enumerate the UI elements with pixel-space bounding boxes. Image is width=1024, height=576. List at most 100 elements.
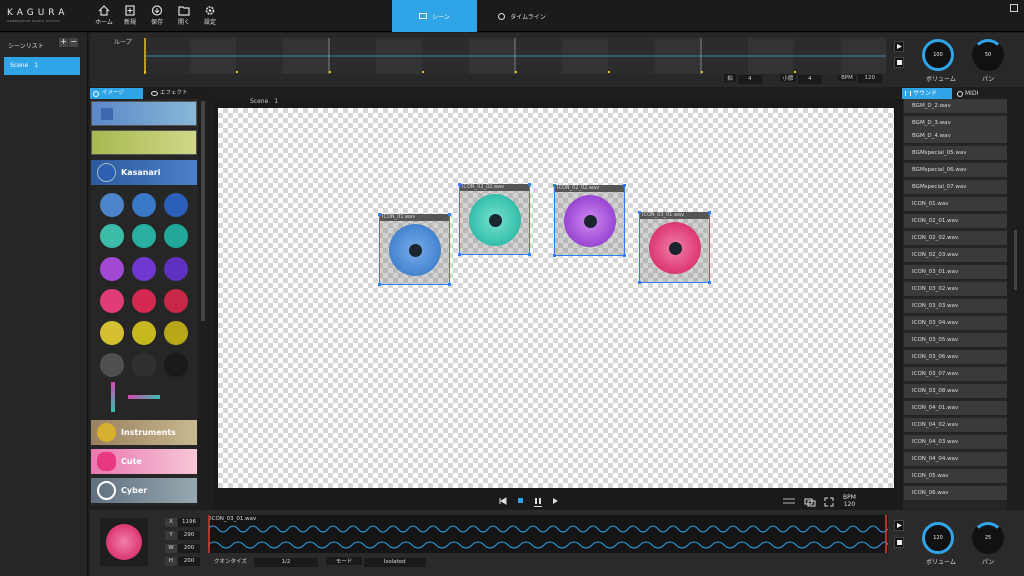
resize-handle[interactable] bbox=[638, 211, 641, 214]
palette-circle[interactable] bbox=[100, 289, 124, 313]
resize-handle[interactable] bbox=[623, 254, 626, 257]
bpm-control[interactable]: BPM 120 bbox=[838, 74, 882, 83]
palette-circle[interactable] bbox=[100, 353, 124, 377]
palette-circle[interactable] bbox=[132, 193, 156, 217]
palette-circle[interactable] bbox=[132, 257, 156, 281]
sound-list-item[interactable]: ICON_03_07.wav bbox=[904, 367, 1007, 382]
grid-view-button[interactable] bbox=[783, 497, 795, 507]
resize-handle[interactable] bbox=[553, 184, 556, 187]
stop-button[interactable] bbox=[517, 497, 525, 507]
category-cute[interactable]: Cute bbox=[91, 449, 197, 474]
sound-list-item[interactable]: ICON_04_02.wav bbox=[904, 418, 1007, 433]
sound-volume-knob[interactable]: 120 bbox=[922, 522, 954, 554]
tab-image[interactable]: イメージ bbox=[90, 88, 143, 99]
loop-pan-knob[interactable]: 50 bbox=[972, 39, 1004, 71]
beat-control[interactable]: 拍 4 bbox=[724, 74, 762, 84]
palette-circle[interactable] bbox=[164, 353, 188, 377]
sound-list-item[interactable]: ICON_03_05.wav bbox=[904, 333, 1007, 348]
bar-control[interactable]: 小節 4 bbox=[780, 74, 822, 84]
y-field[interactable]: Y 290 bbox=[165, 531, 200, 540]
resize-handle[interactable] bbox=[638, 281, 641, 284]
palette-gradient-bar[interactable] bbox=[128, 395, 160, 399]
sound-list-item[interactable]: ICON_03_03.wav bbox=[904, 299, 1007, 314]
x-field[interactable]: X 1196 bbox=[165, 518, 200, 527]
sound-list-item[interactable]: ICON_04_01.wav bbox=[904, 401, 1007, 416]
sound-list-item[interactable]: BGMspecial_07.wav bbox=[904, 180, 1007, 195]
sound-list-item[interactable]: ICON_03_06.wav bbox=[904, 350, 1007, 365]
palette-circle[interactable] bbox=[132, 224, 156, 248]
sound-list-item[interactable]: ICON_03_04.wav bbox=[904, 316, 1007, 331]
tab-sound[interactable]: サウンド bbox=[902, 88, 952, 99]
tab-scene[interactable]: シーン bbox=[392, 0, 477, 32]
resize-handle[interactable] bbox=[448, 283, 451, 286]
loop-track[interactable] bbox=[144, 38, 886, 74]
play-button[interactable] bbox=[551, 497, 559, 507]
scene-canvas[interactable]: ICON_01.wav ICON_02_02.wav ICON_02_02.wa… bbox=[218, 108, 894, 488]
sound-list-item[interactable]: ICON_01.wav bbox=[904, 197, 1007, 212]
sound-list-item[interactable]: BGM_D_2.wav bbox=[904, 99, 1007, 114]
loop-play-button[interactable] bbox=[894, 41, 904, 52]
sound-list-item[interactable]: ICON_02_03.wav bbox=[904, 248, 1007, 263]
sound-play-button[interactable] bbox=[894, 520, 904, 531]
sound-list-item[interactable]: ICON_02_02.wav bbox=[904, 231, 1007, 246]
resize-handle[interactable] bbox=[378, 213, 381, 216]
screen-button[interactable] bbox=[804, 497, 816, 509]
settings-button[interactable]: 設定 bbox=[199, 5, 221, 29]
sound-list-item[interactable]: ICON_03_08.wav bbox=[904, 384, 1007, 399]
canvas-icon[interactable]: ICON_01.wav bbox=[378, 213, 451, 286]
sound-stop-button[interactable] bbox=[894, 537, 904, 548]
w-field[interactable]: W 200 bbox=[165, 544, 200, 553]
resize-handle[interactable] bbox=[378, 283, 381, 286]
scene-list-item[interactable]: Scene 1 bbox=[4, 57, 80, 75]
resize-handle[interactable] bbox=[553, 254, 556, 257]
sound-pan-knob[interactable]: 25 bbox=[972, 522, 1004, 554]
fullscreen-button[interactable] bbox=[824, 497, 834, 509]
resize-handle[interactable] bbox=[458, 183, 461, 186]
palette-circle[interactable] bbox=[100, 193, 124, 217]
prev-button[interactable] bbox=[499, 497, 507, 507]
resize-handle[interactable] bbox=[708, 281, 711, 284]
category-kasanari[interactable]: Kasanari bbox=[91, 160, 197, 185]
sound-list-item[interactable]: ICON_03_02.wav bbox=[904, 282, 1007, 297]
palette-strip-blue[interactable] bbox=[91, 101, 197, 126]
palette-circle[interactable] bbox=[132, 289, 156, 313]
palette-circle[interactable] bbox=[164, 321, 188, 345]
canvas-icon[interactable]: ICON_02_02.wav bbox=[553, 184, 626, 257]
sound-list-item[interactable]: ICON_02_01.wav bbox=[904, 214, 1007, 229]
resize-handle[interactable] bbox=[528, 183, 531, 186]
resize-handle[interactable] bbox=[528, 253, 531, 256]
tab-timeline[interactable]: タイムライン bbox=[477, 0, 567, 32]
sound-list-item[interactable]: BGM_D_4.wav bbox=[904, 129, 1007, 144]
new-button[interactable]: 新規 bbox=[119, 5, 141, 29]
home-button[interactable]: ホーム bbox=[93, 5, 115, 29]
palette-circle[interactable] bbox=[100, 321, 124, 345]
save-button[interactable]: 保存 bbox=[146, 5, 168, 29]
window-restore-icon[interactable] bbox=[1010, 4, 1018, 12]
tab-effect[interactable]: エフェクト bbox=[148, 88, 208, 99]
palette-scrollbar[interactable] bbox=[201, 101, 205, 321]
sound-list-scrollbar[interactable] bbox=[1014, 230, 1017, 290]
resize-handle[interactable] bbox=[458, 253, 461, 256]
palette-circle[interactable] bbox=[164, 224, 188, 248]
resize-handle[interactable] bbox=[623, 184, 626, 187]
palette-circle[interactable] bbox=[164, 289, 188, 313]
palette-circle[interactable] bbox=[100, 257, 124, 281]
palette-circle[interactable] bbox=[164, 257, 188, 281]
canvas-icon[interactable]: ICON_02_02.wav bbox=[458, 183, 531, 256]
resize-handle[interactable] bbox=[448, 213, 451, 216]
tab-midi[interactable]: MIDI bbox=[954, 88, 1004, 99]
palette-gradient-bar[interactable] bbox=[111, 382, 115, 412]
sound-list-item[interactable]: ICON_03_01.wav bbox=[904, 265, 1007, 280]
palette-circle[interactable] bbox=[164, 193, 188, 217]
palette-strip-olive[interactable] bbox=[91, 130, 197, 155]
sound-list-item[interactable]: ICON_04_03.wav bbox=[904, 435, 1007, 450]
remove-scene-button[interactable]: − bbox=[69, 38, 78, 47]
loop-stop-button[interactable] bbox=[894, 57, 904, 68]
canvas-icon[interactable]: ICON_03_01.wav bbox=[638, 211, 711, 284]
quantize-control[interactable]: クオンタイズ 1/2 bbox=[214, 557, 318, 567]
resize-handle[interactable] bbox=[708, 211, 711, 214]
pause-button[interactable] bbox=[534, 497, 542, 509]
palette-circle[interactable] bbox=[100, 224, 124, 248]
palette-circle[interactable] bbox=[132, 321, 156, 345]
open-button[interactable]: 開く bbox=[173, 5, 195, 29]
